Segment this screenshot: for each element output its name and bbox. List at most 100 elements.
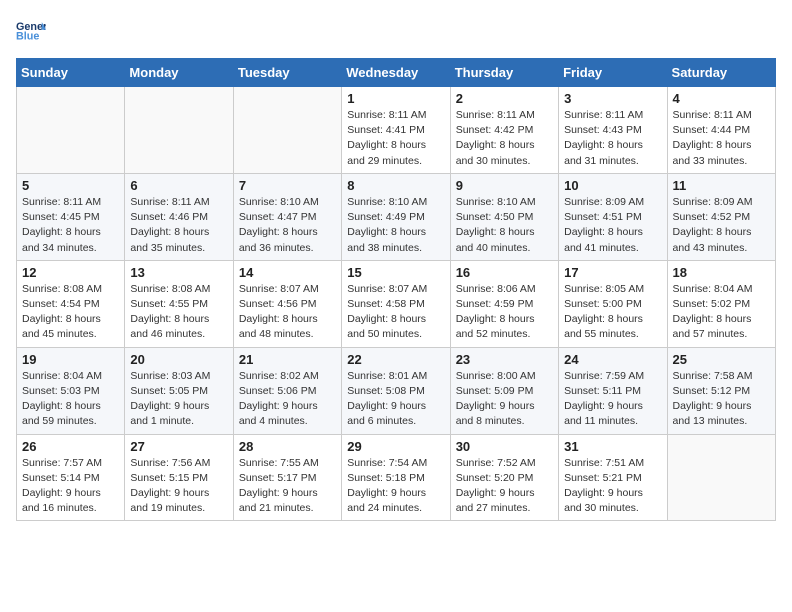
calendar-week-row: 5 Sunrise: 8:11 AM Sunset: 4:45 PM Daylig… (17, 173, 776, 260)
day-number: 14 (239, 265, 336, 280)
calendar-day-cell: 3 Sunrise: 8:11 AM Sunset: 4:43 PM Daylig… (559, 87, 667, 174)
day-number: 28 (239, 439, 336, 454)
calendar-day-cell: 23 Sunrise: 8:00 AM Sunset: 5:09 PM Dayli… (450, 347, 558, 434)
day-number: 19 (22, 352, 119, 367)
day-info: Sunrise: 8:08 AM Sunset: 4:55 PM Dayligh… (130, 282, 227, 343)
day-info: Sunrise: 8:04 AM Sunset: 5:02 PM Dayligh… (673, 282, 770, 343)
calendar-day-cell (233, 87, 341, 174)
calendar-day-cell: 14 Sunrise: 8:07 AM Sunset: 4:56 PM Dayli… (233, 260, 341, 347)
day-number: 9 (456, 178, 553, 193)
day-number: 2 (456, 91, 553, 106)
day-number: 23 (456, 352, 553, 367)
day-number: 27 (130, 439, 227, 454)
calendar-day-cell: 21Sunrise: 8:02 AM Sunset: 5:06 PM Dayli… (233, 347, 341, 434)
day-number: 16 (456, 265, 553, 280)
calendar-day-cell: 15 Sunrise: 8:07 AM Sunset: 4:58 PM Dayli… (342, 260, 450, 347)
day-number: 31 (564, 439, 661, 454)
calendar-day-cell: 2 Sunrise: 8:11 AM Sunset: 4:42 PM Daylig… (450, 87, 558, 174)
weekday-header: Tuesday (233, 59, 341, 87)
day-info: Sunrise: 8:11 AM Sunset: 4:42 PM Dayligh… (456, 108, 553, 169)
day-number: 4 (673, 91, 770, 106)
day-info: Sunrise: 7:55 AM Sunset: 5:17 PM Dayligh… (239, 456, 336, 517)
calendar-day-cell: 5 Sunrise: 8:11 AM Sunset: 4:45 PM Daylig… (17, 173, 125, 260)
weekday-header: Saturday (667, 59, 775, 87)
day-number: 24 (564, 352, 661, 367)
calendar-week-row: 1 Sunrise: 8:11 AM Sunset: 4:41 PM Daylig… (17, 87, 776, 174)
calendar-day-cell: 16 Sunrise: 8:06 AM Sunset: 4:59 PM Dayli… (450, 260, 558, 347)
day-number: 1 (347, 91, 444, 106)
day-info: Sunrise: 7:52 AM Sunset: 5:20 PM Dayligh… (456, 456, 553, 517)
calendar-day-cell: 31 Sunrise: 7:51 AM Sunset: 5:21 PM Dayli… (559, 434, 667, 521)
calendar-day-cell (17, 87, 125, 174)
day-number: 20 (130, 352, 227, 367)
calendar-day-cell: 20Sunrise: 8:03 AM Sunset: 5:05 PM Dayli… (125, 347, 233, 434)
calendar-day-cell: 9 Sunrise: 8:10 AM Sunset: 4:50 PM Daylig… (450, 173, 558, 260)
day-info: Sunrise: 7:51 AM Sunset: 5:21 PM Dayligh… (564, 456, 661, 517)
calendar-day-cell: 4 Sunrise: 8:11 AM Sunset: 4:44 PM Daylig… (667, 87, 775, 174)
weekday-header: Wednesday (342, 59, 450, 87)
logo: General Blue (16, 16, 46, 46)
day-info: Sunrise: 8:00 AM Sunset: 5:09 PM Dayligh… (456, 369, 553, 430)
calendar-day-cell: 6 Sunrise: 8:11 AM Sunset: 4:46 PM Daylig… (125, 173, 233, 260)
calendar-day-cell: 7 Sunrise: 8:10 AM Sunset: 4:47 PM Daylig… (233, 173, 341, 260)
day-info: Sunrise: 8:07 AM Sunset: 4:56 PM Dayligh… (239, 282, 336, 343)
day-info: Sunrise: 8:05 AM Sunset: 5:00 PM Dayligh… (564, 282, 661, 343)
day-info: Sunrise: 7:54 AM Sunset: 5:18 PM Dayligh… (347, 456, 444, 517)
calendar-day-cell (667, 434, 775, 521)
day-info: Sunrise: 7:58 AM Sunset: 5:12 PM Dayligh… (673, 369, 770, 430)
day-info: Sunrise: 8:11 AM Sunset: 4:44 PM Dayligh… (673, 108, 770, 169)
weekday-header: Monday (125, 59, 233, 87)
weekday-header: Friday (559, 59, 667, 87)
calendar-day-cell: 18 Sunrise: 8:04 AM Sunset: 5:02 PM Dayli… (667, 260, 775, 347)
svg-text:Blue: Blue (16, 30, 39, 42)
weekday-header: Thursday (450, 59, 558, 87)
calendar-week-row: 26 Sunrise: 7:57 AM Sunset: 5:14 PM Dayli… (17, 434, 776, 521)
day-number: 26 (22, 439, 119, 454)
calendar-day-cell: 8 Sunrise: 8:10 AM Sunset: 4:49 PM Daylig… (342, 173, 450, 260)
day-info: Sunrise: 8:09 AM Sunset: 4:51 PM Dayligh… (564, 195, 661, 256)
weekday-header: Sunday (17, 59, 125, 87)
day-number: 5 (22, 178, 119, 193)
calendar-day-cell: 17 Sunrise: 8:05 AM Sunset: 5:00 PM Dayli… (559, 260, 667, 347)
calendar-day-cell: 13Sunrise: 8:08 AM Sunset: 4:55 PM Dayli… (125, 260, 233, 347)
calendar-day-cell: 24Sunrise: 7:59 AM Sunset: 5:11 PM Dayli… (559, 347, 667, 434)
day-number: 15 (347, 265, 444, 280)
day-number: 3 (564, 91, 661, 106)
calendar-day-cell: 11Sunrise: 8:09 AM Sunset: 4:52 PM Dayli… (667, 173, 775, 260)
day-info: Sunrise: 8:01 AM Sunset: 5:08 PM Dayligh… (347, 369, 444, 430)
day-number: 10 (564, 178, 661, 193)
day-info: Sunrise: 8:11 AM Sunset: 4:45 PM Dayligh… (22, 195, 119, 256)
day-number: 18 (673, 265, 770, 280)
calendar-day-cell: 28 Sunrise: 7:55 AM Sunset: 5:17 PM Dayli… (233, 434, 341, 521)
day-number: 25 (673, 352, 770, 367)
calendar-day-cell: 29Sunrise: 7:54 AM Sunset: 5:18 PM Dayli… (342, 434, 450, 521)
day-number: 7 (239, 178, 336, 193)
day-number: 17 (564, 265, 661, 280)
day-info: Sunrise: 8:11 AM Sunset: 4:41 PM Dayligh… (347, 108, 444, 169)
day-info: Sunrise: 8:09 AM Sunset: 4:52 PM Dayligh… (673, 195, 770, 256)
day-info: Sunrise: 8:11 AM Sunset: 4:43 PM Dayligh… (564, 108, 661, 169)
day-number: 12 (22, 265, 119, 280)
day-info: Sunrise: 8:04 AM Sunset: 5:03 PM Dayligh… (22, 369, 119, 430)
day-info: Sunrise: 8:10 AM Sunset: 4:47 PM Dayligh… (239, 195, 336, 256)
page-header: General Blue (16, 16, 776, 46)
day-number: 6 (130, 178, 227, 193)
day-info: Sunrise: 7:56 AM Sunset: 5:15 PM Dayligh… (130, 456, 227, 517)
calendar-day-cell: 1 Sunrise: 8:11 AM Sunset: 4:41 PM Daylig… (342, 87, 450, 174)
day-info: Sunrise: 7:57 AM Sunset: 5:14 PM Dayligh… (22, 456, 119, 517)
day-info: Sunrise: 8:10 AM Sunset: 4:50 PM Dayligh… (456, 195, 553, 256)
calendar-day-cell: 12Sunrise: 8:08 AM Sunset: 4:54 PM Dayli… (17, 260, 125, 347)
day-info: Sunrise: 8:10 AM Sunset: 4:49 PM Dayligh… (347, 195, 444, 256)
day-info: Sunrise: 8:02 AM Sunset: 5:06 PM Dayligh… (239, 369, 336, 430)
calendar-day-cell: 22Sunrise: 8:01 AM Sunset: 5:08 PM Dayli… (342, 347, 450, 434)
calendar-day-cell: 27 Sunrise: 7:56 AM Sunset: 5:15 PM Dayli… (125, 434, 233, 521)
day-number: 8 (347, 178, 444, 193)
calendar-day-cell: 19 Sunrise: 8:04 AM Sunset: 5:03 PM Dayli… (17, 347, 125, 434)
calendar-header-row: SundayMondayTuesdayWednesdayThursdayFrid… (17, 59, 776, 87)
day-info: Sunrise: 8:11 AM Sunset: 4:46 PM Dayligh… (130, 195, 227, 256)
calendar-day-cell: 26 Sunrise: 7:57 AM Sunset: 5:14 PM Dayli… (17, 434, 125, 521)
day-number: 30 (456, 439, 553, 454)
day-info: Sunrise: 8:07 AM Sunset: 4:58 PM Dayligh… (347, 282, 444, 343)
day-info: Sunrise: 8:06 AM Sunset: 4:59 PM Dayligh… (456, 282, 553, 343)
calendar-day-cell (125, 87, 233, 174)
